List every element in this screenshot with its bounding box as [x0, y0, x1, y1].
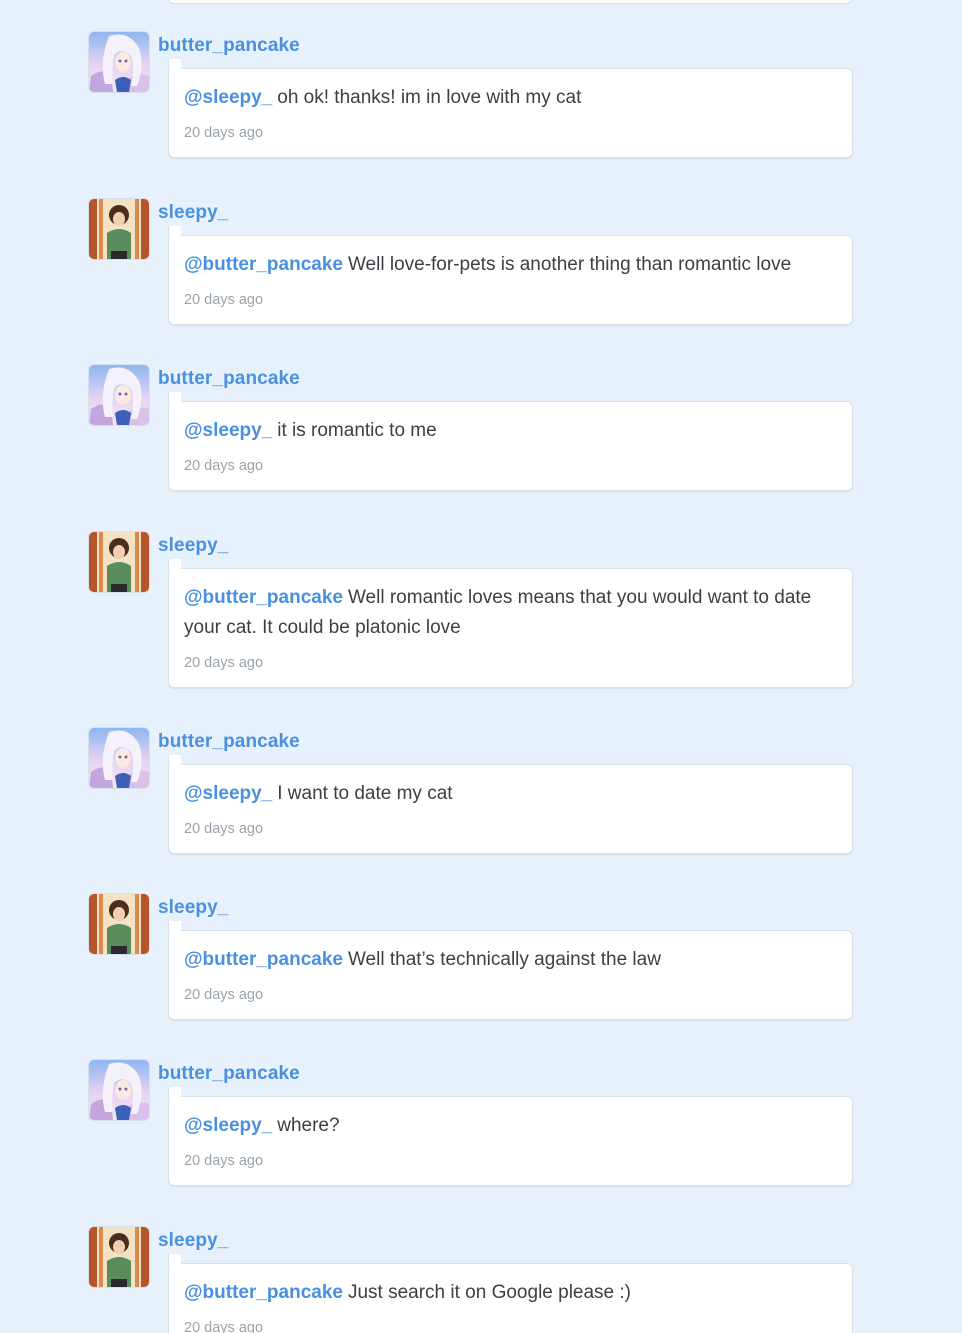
- comment-bubble: @butter_pancake Well love-for-pets is ano…: [168, 226, 853, 325]
- comment-bubble: @butter_pancake Well that’s technically a…: [168, 921, 853, 1020]
- comment-author-link[interactable]: butter_pancake: [158, 731, 300, 753]
- boy-portrait-avatar-icon[interactable]: [88, 893, 150, 955]
- anime-girl-avatar-icon[interactable]: [88, 364, 150, 426]
- comment-timestamp: 20 days ago: [184, 1153, 264, 1169]
- comment-text: @butter_pancake Well that’s technically a…: [184, 945, 834, 975]
- comment-bubble: @sleepy_ it is romantic to me 20 days ago: [168, 392, 853, 491]
- comment-text: @butter_pancake Well love-for-pets is ano…: [184, 250, 834, 280]
- comment-author-link[interactable]: sleepy_: [158, 897, 228, 919]
- comment-thread: butter_pancake @sleepy_ oh ok! thanks! im…: [0, 0, 962, 1333]
- comment-text: @butter_pancake Well romantic loves means…: [184, 583, 834, 643]
- comment-author-link[interactable]: butter_pancake: [158, 35, 300, 57]
- comment-timestamp: 20 days ago: [184, 292, 264, 308]
- boy-portrait-avatar-icon[interactable]: [88, 531, 150, 593]
- boy-portrait-avatar-icon[interactable]: [88, 198, 150, 260]
- comment-author-link[interactable]: sleepy_: [158, 202, 228, 224]
- comment-body: Just search it on Google please :): [347, 1282, 632, 1303]
- boy-portrait-avatar-icon[interactable]: [88, 1226, 150, 1288]
- anime-girl-avatar-icon[interactable]: [88, 727, 150, 789]
- comment-bubble: @sleepy_ where? 20 days ago: [168, 1087, 853, 1186]
- comment-bubble: @butter_pancake Just search it on Google …: [168, 1254, 853, 1333]
- comment-text: @sleepy_ oh ok! thanks! im in love with m…: [184, 83, 834, 113]
- comment-bubble: @sleepy_ I want to date my cat 20 days ag…: [168, 755, 853, 854]
- mention-link[interactable]: @sleepy_: [184, 1115, 272, 1136]
- comment-body: Well that’s technically against the law: [347, 949, 661, 970]
- comment-author-link[interactable]: butter_pancake: [158, 1063, 300, 1085]
- comment-text: @butter_pancake Just search it on Google …: [184, 1278, 834, 1308]
- comment-timestamp: 20 days ago: [184, 821, 264, 837]
- mention-link[interactable]: @butter_pancake: [184, 949, 343, 970]
- mention-link[interactable]: @sleepy_: [184, 783, 272, 804]
- comment-timestamp: 20 days ago: [184, 125, 264, 141]
- comment-timestamp: 20 days ago: [184, 655, 264, 671]
- mention-link[interactable]: @sleepy_: [184, 87, 272, 108]
- comment-bubble: @butter_pancake Well romantic loves means…: [168, 559, 853, 688]
- comment-body: oh ok! thanks! im in love with my cat: [277, 87, 582, 108]
- comment-body: Well love-for-pets is another thing than…: [347, 254, 792, 275]
- anime-girl-avatar-icon[interactable]: [88, 31, 150, 93]
- mention-link[interactable]: @butter_pancake: [184, 254, 343, 275]
- anime-girl-avatar-icon[interactable]: [88, 1059, 150, 1121]
- comment-author-link[interactable]: sleepy_: [158, 535, 228, 557]
- comment-bubble: @sleepy_ oh ok! thanks! im in love with m…: [168, 59, 853, 158]
- mention-link[interactable]: @butter_pancake: [184, 1282, 343, 1303]
- comment-author-link[interactable]: butter_pancake: [158, 368, 300, 390]
- mention-link[interactable]: @butter_pancake: [184, 587, 343, 608]
- comment-text: @sleepy_ where?: [184, 1111, 834, 1141]
- comment-timestamp: 20 days ago: [184, 987, 264, 1003]
- mention-link[interactable]: @sleepy_: [184, 420, 272, 441]
- comment-author-link[interactable]: sleepy_: [158, 1230, 228, 1252]
- comment-text: @sleepy_ it is romantic to me: [184, 416, 834, 446]
- comment-text: @sleepy_ I want to date my cat: [184, 779, 834, 809]
- comment-timestamp: 20 days ago: [184, 458, 264, 474]
- previous-comment-card-edge: [168, 0, 852, 4]
- comment-body: it is romantic to me: [277, 420, 437, 441]
- comment-body: where?: [277, 1115, 340, 1136]
- comment-body: I want to date my cat: [277, 783, 453, 804]
- comment-timestamp: 20 days ago: [184, 1320, 264, 1333]
